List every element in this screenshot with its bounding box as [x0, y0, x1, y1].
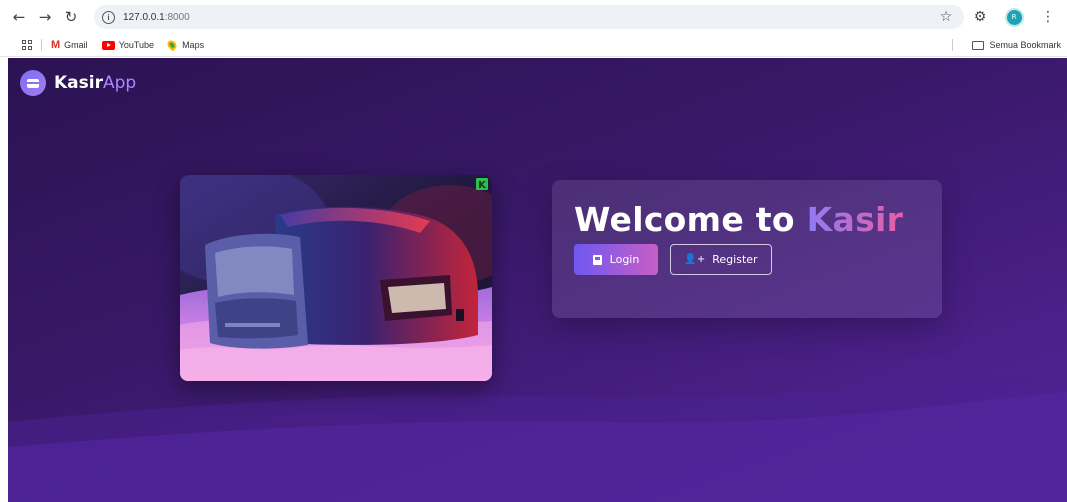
- site-info-icon[interactable]: i: [102, 10, 115, 24]
- bookmark-maps[interactable]: Maps: [165, 38, 205, 52]
- url-host: 127.0.0.1: [123, 11, 165, 23]
- user-plus-icon: 👤+: [684, 254, 706, 265]
- maps-icon: [165, 38, 179, 52]
- bookmark-gmail[interactable]: M Gmail: [51, 39, 88, 51]
- welcome-heading: Welcome to Kasir: [574, 200, 903, 239]
- bookmark-youtube-label: YouTube: [118, 40, 155, 50]
- forward-arrow-icon[interactable]: →: [32, 4, 58, 30]
- extensions-icon[interactable]: ⚙: [967, 4, 993, 30]
- all-bookmarks-label: Semua Bookmark: [989, 40, 1061, 50]
- id-card-icon: [592, 254, 602, 265]
- gmail-icon: M: [51, 39, 61, 51]
- login-button[interactable]: Login: [574, 244, 658, 275]
- bookmark-separator: [41, 39, 42, 51]
- bookmark-separator-right: [952, 39, 954, 51]
- reload-icon[interactable]: ↻: [58, 4, 84, 30]
- bookmark-maps-label: Maps: [182, 40, 205, 50]
- folder-icon: [972, 40, 985, 50]
- image-badge-text: K: [478, 180, 487, 191]
- star-bookmark-icon[interactable]: ☆: [933, 4, 959, 30]
- credit-card-icon: [20, 70, 46, 96]
- all-bookmarks[interactable]: Semua Bookmark: [943, 39, 1061, 51]
- url-text[interactable]: 127.0.0.1:8000: [123, 12, 190, 23]
- url-port: :8000: [164, 11, 190, 23]
- back-arrow-icon[interactable]: ←: [6, 4, 32, 30]
- welcome-heading-part2: Kasir: [806, 200, 904, 239]
- apps-grid-icon[interactable]: [22, 40, 32, 50]
- profile-initial: R: [1006, 9, 1022, 25]
- login-button-label: Login: [609, 253, 640, 266]
- brand-name-part1: Kasir: [54, 73, 103, 93]
- welcome-heading-part1: Welcome to: [574, 200, 807, 239]
- page-viewport: KasirApp K Welcome to Kasir Login 👤+ Reg…: [8, 58, 1067, 502]
- welcome-card: Welcome to Kasir Login 👤+ Register: [552, 180, 942, 318]
- address-bar[interactable]: i 127.0.0.1:8000: [94, 5, 964, 29]
- bookmark-youtube[interactable]: YouTube: [101, 40, 155, 50]
- browser-toolbar: ← → ↻ i 127.0.0.1:8000 ☆ ⚙ R ⋮: [0, 0, 1067, 34]
- register-button[interactable]: 👤+ Register: [670, 244, 772, 275]
- background-wave: [8, 372, 1067, 502]
- bookmarks-bar: M Gmail YouTube Maps Semua Bookmark: [0, 34, 1067, 57]
- brand-name-part2: App: [102, 73, 137, 93]
- youtube-icon: [101, 40, 115, 50]
- brand-logo[interactable]: KasirApp: [20, 70, 136, 96]
- register-button-label: Register: [712, 253, 758, 266]
- bookmark-gmail-label: Gmail: [64, 40, 88, 50]
- profile-avatar[interactable]: R: [1001, 4, 1027, 30]
- printer-image: K: [180, 175, 492, 381]
- brand-name: KasirApp: [54, 73, 136, 93]
- printer-illustration: K: [180, 175, 492, 381]
- menu-kebab-icon[interactable]: ⋮: [1035, 4, 1061, 30]
